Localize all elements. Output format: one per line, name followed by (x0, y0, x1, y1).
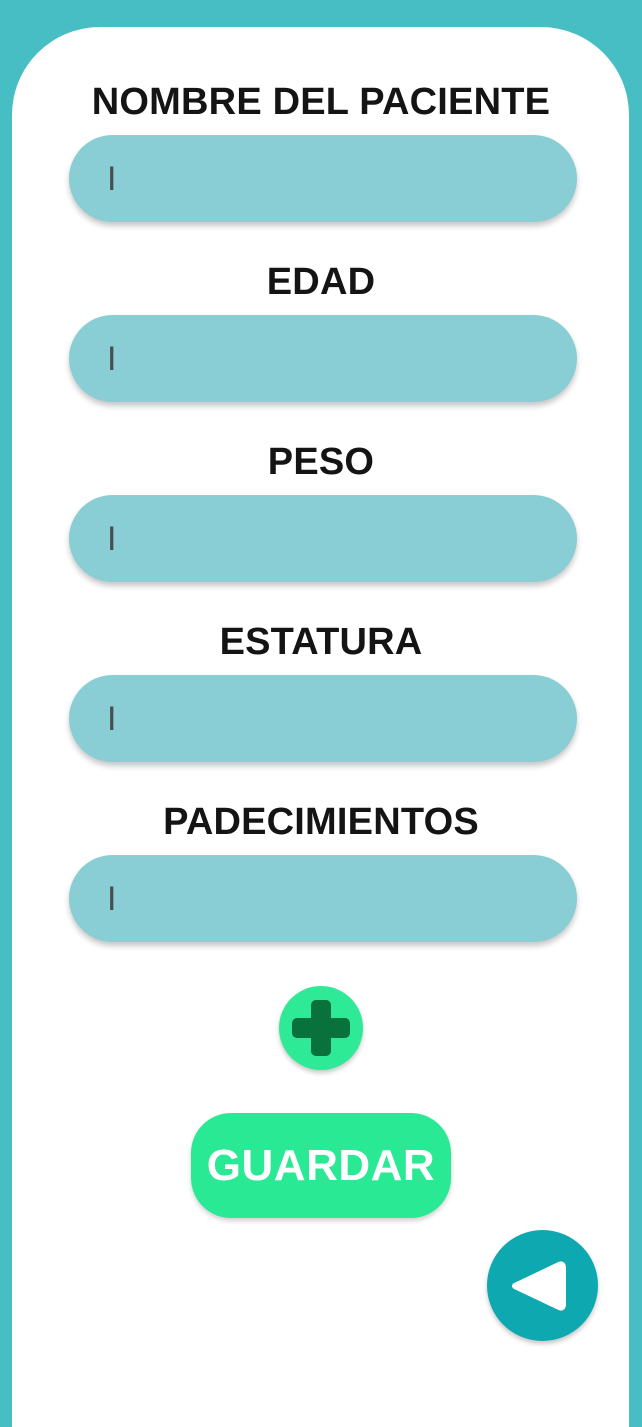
back-button[interactable] (487, 1230, 598, 1341)
weight-label: PESO (267, 441, 375, 483)
height-input[interactable]: I (69, 675, 577, 762)
save-button[interactable]: GUARDAR (191, 1113, 451, 1218)
weight-input[interactable]: I (69, 495, 577, 582)
age-input[interactable]: I (69, 315, 577, 402)
back-triangle-icon (512, 1261, 566, 1311)
text-caret: I (107, 520, 117, 558)
conditions-input[interactable]: I (69, 855, 577, 942)
conditions-label: PADECIMIENTOS (163, 801, 479, 843)
text-caret: I (107, 340, 117, 378)
plus-icon-bar (292, 1018, 350, 1038)
patient-name-input[interactable]: I (69, 135, 577, 222)
text-caret: I (107, 880, 117, 918)
add-button[interactable] (279, 986, 363, 1070)
height-label: ESTATURA (219, 621, 423, 663)
text-caret: I (107, 700, 117, 738)
text-caret: I (107, 160, 117, 198)
age-label: EDAD (266, 261, 376, 303)
patient-name-label: NOMBRE DEL PACIENTE (91, 81, 551, 123)
